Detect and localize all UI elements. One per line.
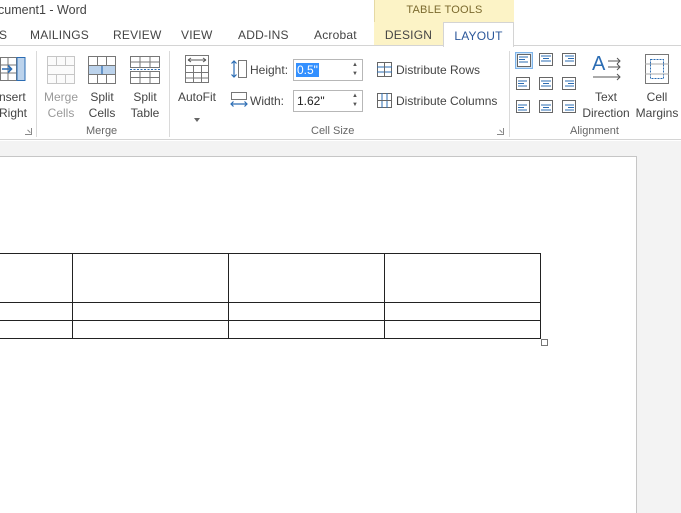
align-top-center-icon bbox=[539, 53, 553, 66]
split-table-line2: Table bbox=[130, 106, 160, 120]
group-separator bbox=[36, 51, 37, 137]
tab-mailings[interactable]: MAILINGS bbox=[30, 28, 89, 42]
table-cell[interactable] bbox=[72, 302, 229, 321]
table-cell[interactable] bbox=[228, 320, 385, 339]
table-cell[interactable] bbox=[72, 253, 229, 303]
align-bottom-left-button[interactable] bbox=[515, 99, 533, 116]
merge-cells-icon bbox=[47, 56, 75, 89]
group-separator bbox=[509, 51, 510, 137]
merge-cells-line1: Merge bbox=[44, 90, 79, 104]
distribute-columns-icon bbox=[377, 93, 392, 113]
alignment-group-label: Alignment bbox=[570, 125, 619, 137]
tab-acrobat[interactable]: Acrobat bbox=[314, 28, 357, 42]
column-width-icon bbox=[230, 92, 248, 113]
table-tools-label: TABLE TOOLS bbox=[406, 4, 483, 16]
table-cell[interactable] bbox=[384, 253, 541, 303]
align-center-right-button[interactable] bbox=[561, 76, 579, 93]
tab-view[interactable]: VIEW bbox=[181, 28, 212, 42]
row-height-icon bbox=[230, 59, 248, 84]
text-direction-line2: Direction bbox=[582, 106, 630, 120]
align-bottom-right-icon bbox=[562, 100, 576, 113]
insert-right-line2[interactable]: Right bbox=[0, 106, 27, 120]
merge-group-label: Merge bbox=[86, 125, 118, 137]
table-tools-header: TABLE TOOLS bbox=[374, 0, 514, 22]
ribbon-tabs: S MAILINGS REVIEW VIEW ADD-INS Acrobat D… bbox=[0, 22, 681, 47]
table-cell[interactable] bbox=[72, 320, 229, 339]
split-cells-line2: Cells bbox=[88, 106, 116, 120]
window-title: cument1 - Word bbox=[0, 3, 87, 17]
insert-right-icon bbox=[0, 55, 26, 88]
table-cell[interactable] bbox=[384, 320, 541, 339]
height-input[interactable]: 0.5" bbox=[296, 63, 319, 77]
distribute-rows-label: Distribute Rows bbox=[396, 63, 481, 77]
align-center-left-button[interactable] bbox=[515, 76, 533, 93]
text-direction-line1: Text bbox=[594, 90, 617, 104]
spin-up-icon[interactable]: ▲ bbox=[351, 61, 359, 70]
cell-margins-line1: Cell bbox=[646, 90, 668, 104]
align-bottom-left-icon bbox=[516, 100, 530, 113]
align-bottom-right-button[interactable] bbox=[561, 99, 579, 116]
insert-right-line1[interactable]: nsert bbox=[0, 90, 26, 104]
split-cells-icon bbox=[88, 56, 116, 89]
align-top-right-icon bbox=[562, 53, 576, 66]
spin-down-icon[interactable]: ▼ bbox=[351, 101, 359, 110]
cell-size-launcher-icon[interactable] bbox=[497, 128, 504, 135]
width-input[interactable]: 1.62" bbox=[296, 94, 326, 108]
tab-references[interactable]: S bbox=[0, 28, 7, 42]
table-cell[interactable] bbox=[0, 302, 73, 321]
tab-layout[interactable]: LAYOUT bbox=[443, 22, 514, 47]
width-spinner[interactable]: 1.62" ▲ ▼ bbox=[293, 90, 363, 112]
spin-down-icon[interactable]: ▼ bbox=[351, 70, 359, 79]
chevron-down-icon bbox=[194, 109, 200, 127]
distribute-columns-label: Distribute Columns bbox=[396, 94, 498, 108]
align-top-center-button[interactable] bbox=[538, 52, 556, 69]
height-label: Height: bbox=[250, 63, 289, 77]
table-cell[interactable] bbox=[0, 253, 73, 303]
align-top-left-icon bbox=[517, 54, 531, 67]
distribute-rows-icon bbox=[377, 62, 392, 82]
tab-design[interactable]: DESIGN bbox=[374, 22, 443, 47]
cell-size-group-label: Cell Size bbox=[311, 125, 355, 137]
autofit-icon bbox=[185, 55, 209, 88]
table-cell[interactable] bbox=[228, 253, 385, 303]
table-resize-handle[interactable] bbox=[541, 339, 548, 346]
merge-cells-line2: Cells bbox=[47, 106, 75, 120]
align-center-right-icon bbox=[562, 77, 576, 90]
spin-up-icon[interactable]: ▲ bbox=[351, 92, 359, 101]
align-center-left-icon bbox=[516, 77, 530, 90]
table-cell[interactable] bbox=[0, 320, 73, 339]
autofit-label: AutoFit bbox=[177, 90, 216, 104]
align-top-left-button[interactable] bbox=[515, 52, 533, 69]
height-spinner[interactable]: 0.5" ▲ ▼ bbox=[293, 59, 363, 81]
align-center-button[interactable] bbox=[538, 76, 556, 93]
rows-columns-launcher-icon[interactable] bbox=[25, 128, 32, 135]
align-top-right-button[interactable] bbox=[561, 52, 579, 69]
table-cell[interactable] bbox=[384, 302, 541, 321]
split-cells-line1: Split bbox=[90, 90, 114, 104]
ribbon-layout: nsert Right Merge Cells Split Cells Spli… bbox=[0, 45, 681, 140]
split-table-icon bbox=[130, 56, 160, 89]
align-bottom-center-icon bbox=[539, 100, 553, 113]
table-cell[interactable] bbox=[228, 302, 385, 321]
tab-review[interactable]: REVIEW bbox=[113, 28, 162, 42]
group-separator bbox=[169, 51, 170, 137]
cell-margins-line2: Margins bbox=[635, 106, 679, 120]
tab-add-ins[interactable]: ADD-INS bbox=[238, 28, 289, 42]
cell-margins-icon bbox=[645, 54, 669, 89]
text-direction-icon: A bbox=[591, 53, 623, 88]
split-table-line1: Split bbox=[133, 90, 157, 104]
width-label: Width: bbox=[250, 94, 285, 108]
svg-text:A: A bbox=[592, 53, 606, 75]
align-center-icon bbox=[539, 77, 553, 90]
align-bottom-center-button[interactable] bbox=[538, 99, 556, 116]
